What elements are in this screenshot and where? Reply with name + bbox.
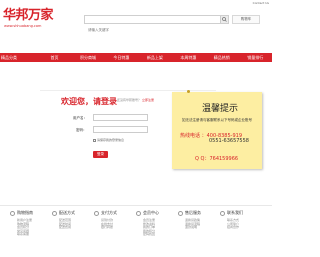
- register-tip: 还没有华邦账号？ 立即注册: [117, 98, 154, 102]
- footer-col-title: 售后服务: [185, 210, 201, 215]
- nav-item-new-arrivals[interactable]: 新品上架: [138, 53, 171, 62]
- register-tip-text: 还没有华邦账号？: [117, 98, 142, 102]
- footer-col-delivery: 配送方式 配送范围 配送时间 配送费用: [52, 210, 92, 230]
- footer-col-payment: 支付方式 货到付款 在线支付 银行转账: [94, 210, 134, 230]
- footer-col-title: 支付方式: [101, 210, 117, 215]
- payment-icon: [94, 210, 99, 216]
- site-logo[interactable]: 华邦万家 www.shhuabang.com: [0, 8, 60, 30]
- footer-col-title: 会员中心: [143, 210, 159, 215]
- nav-item-sales-ranking[interactable]: 销量排行: [239, 53, 272, 62]
- search-icon: [222, 17, 227, 22]
- footer-link[interactable]: 密码找回: [143, 233, 176, 237]
- search-bar: [84, 15, 229, 34]
- notice-text: 如无法注册请与客服联系以下号码或企业账号: [182, 118, 252, 122]
- footer: 购物指南 新用户注册 购物流程 会员积分 常见问题 联系客服 配送方式 配送范围…: [0, 205, 272, 257]
- footer-col-title: 配送方式: [59, 210, 75, 215]
- logo-url: www.shhuabang.com: [4, 24, 42, 28]
- footer-col-aftersales: 售后服务 退换货政策 退换货流程 退款说明: [178, 210, 218, 230]
- guide-icon: [10, 210, 15, 216]
- footer-link[interactable]: 银行转账: [101, 226, 134, 230]
- footer-col-member: 会员中心 会员注册 修改资料 我的订单 我的积分 密码找回: [136, 210, 176, 237]
- footer-link[interactable]: 联系客服: [17, 233, 50, 237]
- service-icon: [178, 210, 183, 216]
- footer-col-title: 购物指南: [17, 210, 33, 215]
- footer-col-title: 联系我们: [227, 210, 243, 215]
- notice-qq: Q Q：764159966: [195, 156, 239, 162]
- username-field[interactable]: [93, 114, 148, 132]
- pin-icon: [187, 90, 190, 93]
- login-button[interactable]: 登录: [93, 151, 108, 158]
- top-links[interactable]: Contact Us: [253, 1, 269, 5]
- remember-me[interactable]: 请保存我的登录信息: [93, 138, 124, 142]
- remember-label: 请保存我的登录信息: [97, 138, 125, 142]
- notice-phone: 0551-63657558: [209, 138, 249, 144]
- footer-link[interactable]: 招商合作: [227, 226, 260, 230]
- cart-button[interactable]: 购物车: [232, 15, 260, 24]
- footer-col-contact: 联系我们 联系方式 公司简介 招商合作: [220, 210, 260, 230]
- nav-item-today-deals[interactable]: 今日特惠: [105, 53, 138, 62]
- notice-title: 温馨提示: [202, 104, 239, 114]
- footer-link[interactable]: 配送费用: [59, 226, 92, 230]
- nav-item-hot-sales[interactable]: 精品热销: [205, 53, 238, 62]
- remember-checkbox[interactable]: [93, 138, 96, 142]
- truck-icon: [52, 210, 57, 216]
- nav-item-home[interactable]: 首页: [38, 53, 71, 62]
- logo-name: 华邦万家: [3, 8, 54, 23]
- password-label: 密码：: [76, 128, 87, 132]
- nav-item-week-deals[interactable]: 本周特惠: [172, 53, 205, 62]
- register-link[interactable]: 立即注册: [142, 98, 154, 102]
- search-input[interactable]: [85, 26, 205, 34]
- main-nav: 精品分类 首页 积分商城 今日特惠 新品上架 本周特惠 精品热销 销量排行: [0, 53, 272, 62]
- login-title: 欢迎您，请登录: [61, 97, 117, 106]
- member-icon: [136, 210, 141, 216]
- nav-item-category[interactable]: 精品分类: [0, 53, 38, 62]
- nav-item-points-mall[interactable]: 积分商城: [71, 53, 104, 62]
- footer-col-guide: 购物指南 新用户注册 购物流程 会员积分 常见问题 联系客服: [10, 210, 50, 237]
- contact-icon: [220, 210, 225, 216]
- username-label: 用户名：: [73, 116, 87, 120]
- notice-card: 温馨提示 如无法注册请与客服联系以下号码或企业账号 热线电话 ：400-8385…: [172, 90, 262, 169]
- password-field[interactable]: [93, 126, 148, 144]
- search-button[interactable]: [220, 16, 228, 23]
- footer-link[interactable]: 退款说明: [185, 226, 218, 230]
